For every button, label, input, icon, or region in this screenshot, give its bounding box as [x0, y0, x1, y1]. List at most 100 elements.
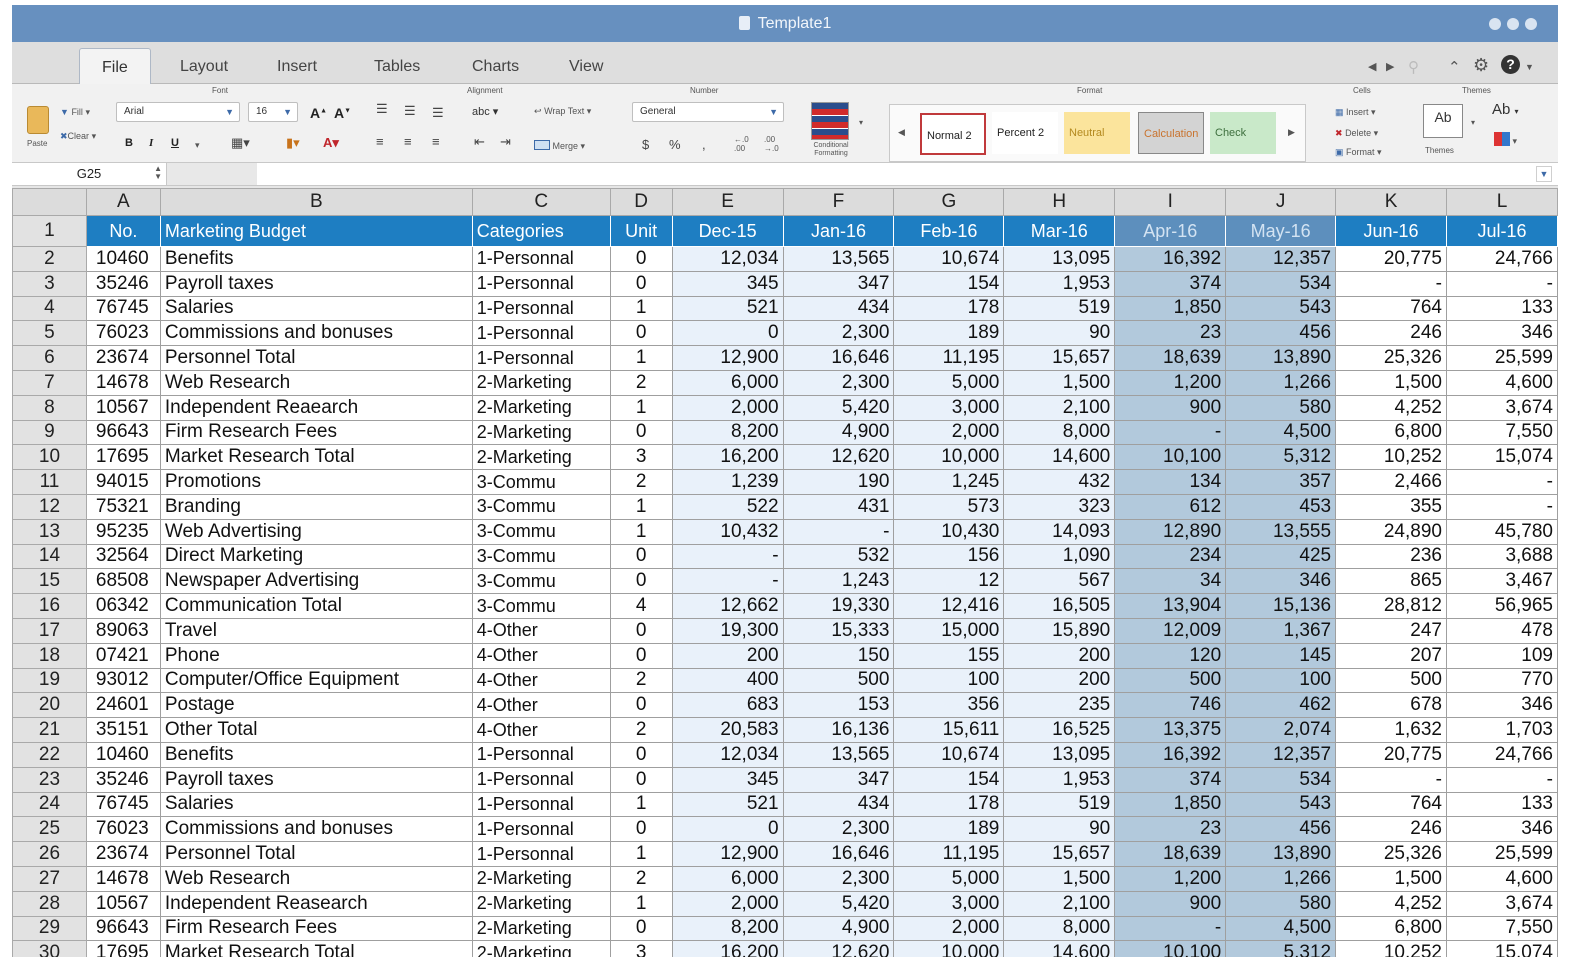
- cell[interactable]: 500: [782, 667, 895, 694]
- tab-layout[interactable]: Layout: [180, 58, 228, 76]
- cell[interactable]: 7,550: [1445, 419, 1558, 446]
- row-header[interactable]: 8: [12, 394, 87, 421]
- cell[interactable]: 11,195: [893, 345, 1005, 371]
- cell[interactable]: 0: [609, 419, 673, 446]
- cell[interactable]: Firm Research Fees: [159, 419, 473, 446]
- cell[interactable]: 6,000: [671, 369, 784, 396]
- cell[interactable]: 2,000: [893, 419, 1005, 446]
- cell[interactable]: 45,780: [1445, 518, 1558, 545]
- cell[interactable]: 2-Marketing: [471, 444, 611, 471]
- cell[interactable]: 10460: [85, 741, 161, 768]
- cell[interactable]: 3,674: [1445, 890, 1558, 917]
- cell[interactable]: 16,200: [671, 940, 784, 957]
- cell[interactable]: 1,200: [1114, 369, 1227, 396]
- row-header[interactable]: 19: [12, 667, 87, 694]
- cell[interactable]: 400: [671, 667, 784, 694]
- cell[interactable]: 35151: [85, 717, 161, 743]
- cell[interactable]: Promotions: [159, 469, 473, 495]
- cell[interactable]: 1-Personnal: [471, 295, 611, 322]
- cell[interactable]: 4,600: [1445, 369, 1558, 396]
- help-icon[interactable]: ?: [1501, 55, 1520, 74]
- cell[interactable]: 16,200: [671, 444, 784, 471]
- table-header-cell[interactable]: Categories: [471, 215, 611, 247]
- cell[interactable]: 8,200: [671, 419, 784, 446]
- cell[interactable]: 0: [609, 246, 673, 272]
- align-top-icon[interactable]: ☰: [376, 101, 388, 117]
- cell[interactable]: 2,466: [1335, 469, 1447, 495]
- cell[interactable]: 347: [782, 270, 895, 297]
- cell[interactable]: 13,095: [1003, 741, 1116, 768]
- row-header[interactable]: 16: [12, 593, 87, 619]
- select-all-corner[interactable]: [12, 188, 87, 216]
- cell[interactable]: -: [1114, 419, 1227, 446]
- cell[interactable]: 25,599: [1445, 345, 1558, 371]
- merge-button[interactable]: Merge ▾: [534, 140, 585, 152]
- name-box[interactable]: G25 ▲ ▼: [12, 163, 167, 185]
- cell[interactable]: 2: [609, 667, 673, 694]
- cell[interactable]: 16,392: [1114, 246, 1227, 272]
- cell[interactable]: 2,300: [782, 816, 895, 843]
- cell[interactable]: 24,766: [1445, 741, 1558, 768]
- cell[interactable]: 134: [1114, 469, 1227, 495]
- cell[interactable]: 345: [671, 766, 784, 793]
- cell[interactable]: 431: [782, 493, 895, 520]
- cell[interactable]: 4-Other: [471, 617, 611, 644]
- cell[interactable]: 0: [609, 543, 673, 570]
- cell[interactable]: Benefits: [159, 246, 473, 272]
- cell[interactable]: 456: [1225, 320, 1337, 347]
- column-header-f[interactable]: F: [782, 188, 895, 216]
- cell[interactable]: 07421: [85, 642, 161, 669]
- cell[interactable]: 2,300: [782, 369, 895, 396]
- cell[interactable]: 16,646: [782, 841, 895, 867]
- cell[interactable]: 543: [1225, 791, 1337, 818]
- cell[interactable]: 96643: [85, 419, 161, 446]
- cell[interactable]: 14678: [85, 369, 161, 396]
- cell[interactable]: 10,100: [1114, 940, 1227, 957]
- cell[interactable]: 346: [1445, 692, 1558, 719]
- row-header[interactable]: 15: [12, 568, 87, 595]
- cell[interactable]: Market Research Total: [159, 444, 473, 471]
- cell[interactable]: Benefits: [159, 741, 473, 768]
- cell[interactable]: 23674: [85, 345, 161, 371]
- cell[interactable]: Personnel Total: [159, 345, 473, 371]
- cell[interactable]: 2-Marketing: [471, 915, 611, 942]
- cell[interactable]: 4-Other: [471, 692, 611, 719]
- cell[interactable]: 13,375: [1114, 717, 1227, 743]
- align-right-icon[interactable]: ≡: [432, 134, 440, 149]
- cell[interactable]: -: [1335, 270, 1447, 297]
- cell[interactable]: 0: [671, 816, 784, 843]
- cell[interactable]: 521: [671, 791, 784, 818]
- cell[interactable]: 0: [609, 766, 673, 793]
- row-header[interactable]: 14: [12, 543, 87, 570]
- cell[interactable]: 2,074: [1225, 717, 1337, 743]
- cell[interactable]: 1,953: [1003, 766, 1116, 793]
- row-header[interactable]: 5: [12, 320, 87, 347]
- cell[interactable]: 5,312: [1225, 940, 1337, 957]
- cell[interactable]: 2-Marketing: [471, 419, 611, 446]
- cell[interactable]: 23: [1114, 816, 1227, 843]
- cell[interactable]: 323: [1003, 493, 1116, 520]
- row-header[interactable]: 7: [12, 369, 87, 396]
- cell[interactable]: 1-Personnal: [471, 741, 611, 768]
- cell[interactable]: 5,000: [893, 369, 1005, 396]
- cell[interactable]: 1,953: [1003, 270, 1116, 297]
- cell[interactable]: 12,009: [1114, 617, 1227, 644]
- cell[interactable]: Commissions and bonuses: [159, 320, 473, 347]
- row-header[interactable]: 17: [12, 617, 87, 644]
- cell[interactable]: 865: [1335, 568, 1447, 595]
- cell[interactable]: 1,266: [1225, 865, 1337, 892]
- cell[interactable]: 89063: [85, 617, 161, 644]
- row-header[interactable]: 9: [12, 419, 87, 446]
- themes-button[interactable]: Ab ▾ Themes: [1421, 100, 1481, 160]
- cell[interactable]: 235: [1003, 692, 1116, 719]
- cell[interactable]: 534: [1225, 766, 1337, 793]
- cell[interactable]: 355: [1335, 493, 1447, 520]
- cell[interactable]: 456: [1225, 816, 1337, 843]
- cell[interactable]: Web Research: [159, 865, 473, 892]
- cell[interactable]: 2,100: [1003, 394, 1116, 421]
- cell[interactable]: 10,000: [893, 940, 1005, 957]
- formula-input[interactable]: [257, 163, 1528, 185]
- cell[interactable]: 14678: [85, 865, 161, 892]
- cell[interactable]: 10,674: [893, 246, 1005, 272]
- cell[interactable]: 190: [782, 469, 895, 495]
